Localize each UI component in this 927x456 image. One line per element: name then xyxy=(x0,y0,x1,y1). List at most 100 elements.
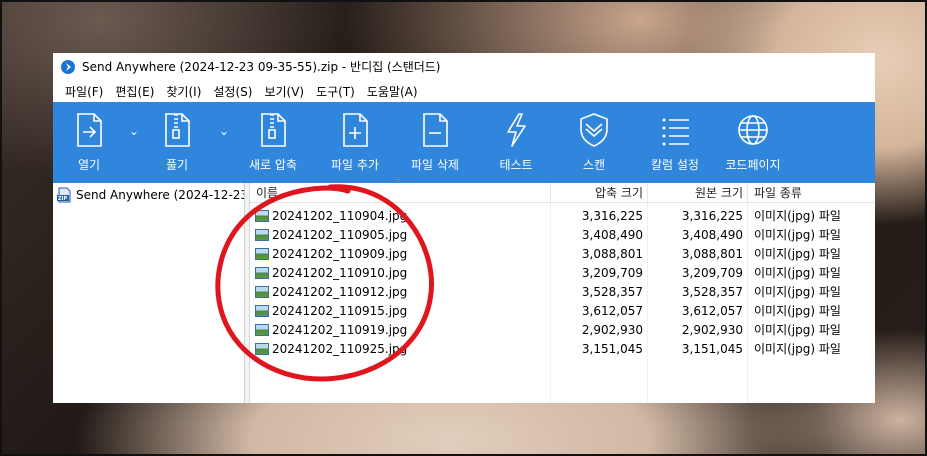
svg-text:ZIP: ZIP xyxy=(58,196,67,202)
file-type: 이미지(jpg) 파일 xyxy=(754,304,841,318)
column-original-header[interactable]: 원본 크기 xyxy=(647,183,747,202)
bandizip-window: Send Anywhere (2024-12-23 09-35-55).zip … xyxy=(53,53,875,403)
table-row[interactable]: 20241202_110910.jpg 3,209,709 3,209,709 … xyxy=(250,263,875,282)
list-columns-icon xyxy=(662,118,689,146)
file-type: 이미지(jpg) 파일 xyxy=(754,266,841,280)
file-name: 20241202_110905.jpg xyxy=(272,227,408,242)
table-row[interactable]: 20241202_110904.jpg 3,316,225 3,316,225 … xyxy=(250,206,875,225)
menu-tools[interactable]: 도구(T) xyxy=(310,83,361,100)
lightning-icon xyxy=(507,113,526,147)
image-file-icon xyxy=(255,323,269,336)
title-bar: Send Anywhere (2024-12-23 09-35-55).zip … xyxy=(53,53,875,80)
globe-icon xyxy=(738,115,768,145)
file-list: ^ 이름 압축 크기 원본 크기 파일 종류 20241202_110904.j… xyxy=(250,178,875,403)
new-archive-icon xyxy=(261,113,286,147)
open-button[interactable]: 열기 xyxy=(67,102,111,173)
column-settings-button[interactable]: 칼럼 설정 xyxy=(645,102,705,173)
table-row[interactable]: 20241202_110909.jpg 3,088,801 3,088,801 … xyxy=(250,244,875,263)
scan-label: 스캔 xyxy=(582,158,606,172)
image-file-icon xyxy=(255,342,269,355)
column-name-label: 이름 xyxy=(256,186,279,200)
column-name-header[interactable]: ^ 이름 xyxy=(250,178,550,201)
file-type: 이미지(jpg) 파일 xyxy=(754,247,841,261)
column-divider xyxy=(747,203,748,403)
content-area: ZIP Send Anywhere (2024-12-23 0 ^ 이름 압축 … xyxy=(53,178,875,403)
table-row[interactable]: 20241202_110925.jpg 3,151,045 3,151,045 … xyxy=(250,339,875,358)
codepage-label: 코드페이지 xyxy=(725,158,781,172)
table-row[interactable]: 20241202_110912.jpg 3,528,357 3,528,357 … xyxy=(250,282,875,301)
original-size: 3,151,045 xyxy=(681,341,743,356)
extract-button[interactable]: 풀기 xyxy=(155,102,199,173)
file-type: 이미지(jpg) 파일 xyxy=(754,285,841,299)
file-name: 20241202_110909.jpg xyxy=(272,246,408,261)
column-divider xyxy=(647,203,648,403)
original-size: 3,209,709 xyxy=(681,265,743,280)
table-row[interactable]: 20241202_110915.jpg 3,612,057 3,612,057 … xyxy=(250,301,875,320)
new-archive-button[interactable]: 새로 압축 xyxy=(243,102,303,173)
open-label: 열기 xyxy=(77,158,101,172)
packed-size: 2,902,930 xyxy=(581,322,643,337)
packed-size: 3,209,709 xyxy=(581,265,643,280)
add-file-button[interactable]: 파일 추가 xyxy=(325,102,385,173)
tree-item-label: Send Anywhere (2024-12-23 0 xyxy=(76,188,244,202)
column-type-header[interactable]: 파일 종류 xyxy=(747,183,847,202)
menu-help[interactable]: 도움말(A) xyxy=(361,83,424,100)
new-archive-label: 새로 압축 xyxy=(249,158,297,172)
file-name: 20241202_110915.jpg xyxy=(272,303,408,318)
column-divider xyxy=(550,203,551,403)
extract-zip-icon xyxy=(165,113,190,147)
window-title: Send Anywhere (2024-12-23 09-35-55).zip … xyxy=(82,60,441,74)
delete-file-label: 파일 삭제 xyxy=(411,158,459,172)
menu-file[interactable]: 파일(F) xyxy=(59,83,109,100)
menu-view[interactable]: 보기(V) xyxy=(258,83,310,100)
table-row[interactable]: 20241202_110919.jpg 2,902,930 2,902,930 … xyxy=(250,320,875,339)
tree-item-root[interactable]: ZIP Send Anywhere (2024-12-23 0 xyxy=(53,186,244,204)
menu-bar: 파일(F) 편집(E) 찾기(I) 설정(S) 보기(V) 도구(T) 도움말(… xyxy=(53,80,875,102)
scan-button[interactable]: 스캔 xyxy=(569,102,619,173)
test-label: 테스트 xyxy=(499,158,533,172)
image-file-icon xyxy=(255,228,269,241)
packed-size: 3,528,357 xyxy=(581,284,643,299)
open-icon xyxy=(77,113,102,147)
open-dropdown-caret[interactable]: ⌄ xyxy=(129,124,139,138)
delete-file-icon xyxy=(423,113,448,147)
file-name: 20241202_110904.jpg xyxy=(272,208,408,223)
shield-check-icon xyxy=(580,113,608,147)
toolbar: 열기 ⌄ 풀기 ⌄ 새로 압축 파일 추가 파일 삭제 테스트 스캔 칼럼 설정… xyxy=(53,102,875,183)
packed-size: 3,088,801 xyxy=(581,246,643,261)
column-original-label: 원본 크기 xyxy=(695,186,743,200)
file-type: 이미지(jpg) 파일 xyxy=(754,228,841,242)
add-file-label: 파일 추가 xyxy=(331,158,379,172)
file-type: 이미지(jpg) 파일 xyxy=(754,323,841,337)
delete-file-button[interactable]: 파일 삭제 xyxy=(405,102,465,173)
column-header: ^ 이름 압축 크기 원본 크기 파일 종류 xyxy=(250,178,875,203)
table-row[interactable]: 20241202_110905.jpg 3,408,490 3,408,490 … xyxy=(250,225,875,244)
packed-size: 3,612,057 xyxy=(581,303,643,318)
original-size: 2,902,930 xyxy=(681,322,743,337)
file-name: 20241202_110925.jpg xyxy=(272,341,408,356)
zip-archive-icon: ZIP xyxy=(56,187,72,203)
file-name: 20241202_110912.jpg xyxy=(272,284,408,299)
send-anywhere-icon xyxy=(61,59,75,74)
menu-edit[interactable]: 편집(E) xyxy=(109,83,160,100)
menu-find[interactable]: 찾기(I) xyxy=(160,83,207,100)
image-file-icon xyxy=(255,209,269,222)
column-type-label: 파일 종류 xyxy=(754,186,802,200)
file-rows: 20241202_110904.jpg 3,316,225 3,316,225 … xyxy=(250,203,875,358)
image-file-icon xyxy=(255,266,269,279)
test-button[interactable]: 테스트 xyxy=(491,102,541,173)
extract-label: 풀기 xyxy=(165,158,189,172)
image-file-icon xyxy=(255,304,269,317)
menu-settings[interactable]: 설정(S) xyxy=(207,83,258,100)
sort-ascending-icon: ^ xyxy=(395,178,403,188)
packed-size: 3,408,490 xyxy=(581,227,643,242)
extract-dropdown-caret[interactable]: ⌄ xyxy=(219,124,229,138)
file-type: 이미지(jpg) 파일 xyxy=(754,209,841,223)
add-file-icon xyxy=(343,113,368,147)
column-packed-label: 압축 크기 xyxy=(595,186,643,200)
original-size: 3,316,225 xyxy=(681,208,743,223)
column-packed-header[interactable]: 압축 크기 xyxy=(550,183,647,202)
original-size: 3,408,490 xyxy=(681,227,743,242)
codepage-button[interactable]: 코드페이지 xyxy=(723,102,783,173)
file-name: 20241202_110910.jpg xyxy=(272,265,408,280)
